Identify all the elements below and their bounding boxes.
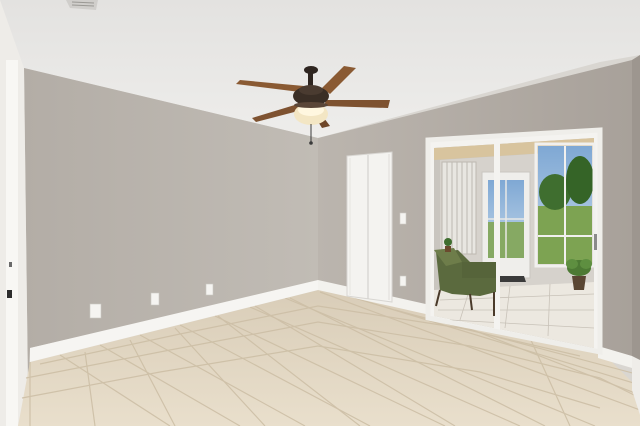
closet-door[interactable] bbox=[346, 151, 393, 303]
door-hinge bbox=[7, 290, 12, 298]
wall-outlet bbox=[205, 283, 214, 296]
wall-outlet bbox=[150, 292, 160, 306]
fan-canopy bbox=[304, 66, 318, 74]
door-hinge bbox=[9, 262, 12, 267]
sliding-glass-door[interactable] bbox=[425, 127, 603, 356]
wall-outlet bbox=[399, 275, 407, 287]
wall-outlet bbox=[89, 303, 102, 319]
light-switch[interactable] bbox=[399, 212, 407, 225]
slider-handle[interactable] bbox=[594, 234, 597, 250]
room-scene bbox=[0, 0, 640, 426]
left-door-edge bbox=[6, 60, 18, 426]
